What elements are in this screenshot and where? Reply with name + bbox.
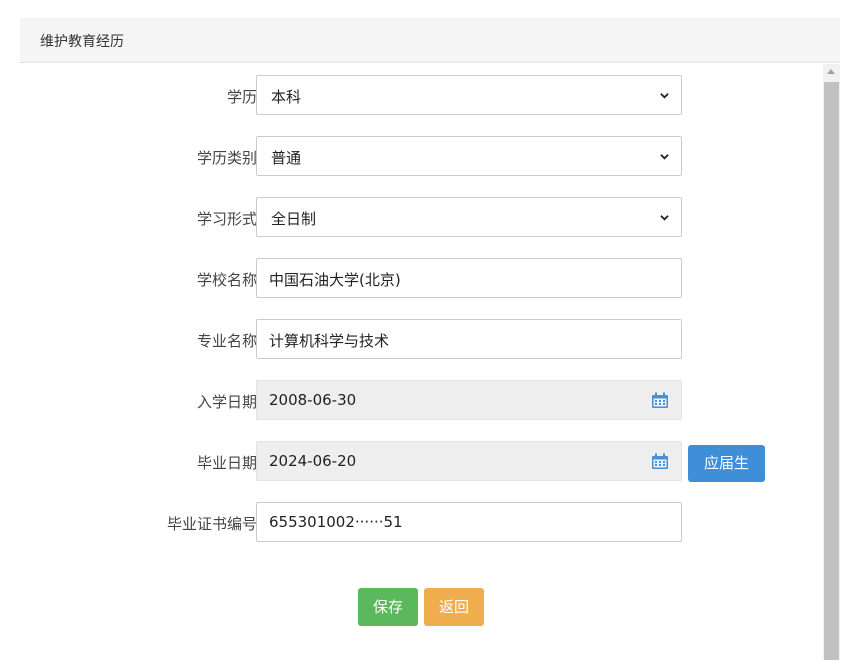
scroll-up-arrow-icon[interactable]	[827, 69, 835, 74]
calendar-icon[interactable]	[651, 392, 669, 409]
chevron-down-icon	[660, 154, 669, 160]
scroll-thumb[interactable]	[824, 82, 839, 660]
study-mode-label: 学习形式	[196, 210, 257, 228]
vertical-scrollbar[interactable]	[823, 64, 840, 660]
save-button[interactable]: 保存	[358, 588, 418, 626]
row-start-date: 入学日期 2008-06-30	[20, 380, 820, 422]
education-panel: 维护教育经历 学历 本科 学历类别 普通 学习形式 全日制 学校名称 中国石油大…	[20, 18, 840, 660]
start-date-input[interactable]: 2008-06-30	[256, 380, 682, 420]
degree-type-label: 学历类别	[196, 149, 257, 167]
degree-select[interactable]: 本科	[256, 75, 682, 115]
school-input[interactable]: 中国石油大学(北京)	[256, 258, 682, 298]
end-date-input[interactable]: 2024-06-20	[256, 441, 682, 481]
study-mode-select[interactable]: 全日制	[256, 197, 682, 237]
calendar-icon[interactable]	[651, 453, 669, 470]
panel-title: 维护教育经历	[40, 34, 124, 50]
study-mode-value: 全日制	[271, 210, 317, 228]
school-label: 学校名称	[196, 271, 257, 289]
start-date-value: 2008-06-30	[269, 391, 357, 409]
back-button[interactable]: 返回	[424, 588, 484, 626]
school-value: 中国石油大学(北京)	[269, 271, 401, 289]
row-major: 专业名称 计算机科学与技术	[20, 319, 820, 361]
row-degree: 学历 本科	[20, 75, 820, 117]
degree-type-select[interactable]: 普通	[256, 136, 682, 176]
row-cert-no: 毕业证书编号 655301002······51	[20, 502, 820, 544]
cert-no-input[interactable]: 655301002······51	[256, 502, 682, 542]
major-value: 计算机科学与技术	[269, 332, 390, 350]
major-label: 专业名称	[196, 332, 257, 350]
start-date-label: 入学日期	[196, 393, 257, 411]
end-date-value: 2024-06-20	[269, 452, 357, 470]
degree-type-value: 普通	[271, 149, 302, 167]
graduate-button[interactable]: 应届生	[688, 445, 765, 482]
cert-no-value: 655301002······51	[269, 513, 403, 531]
cert-no-label: 毕业证书编号	[166, 515, 257, 533]
end-date-label: 毕业日期	[196, 454, 257, 472]
panel-header: 维护教育经历	[20, 18, 840, 63]
chevron-down-icon	[660, 215, 669, 221]
education-form: 学历 本科 学历类别 普通 学习形式 全日制 学校名称 中国石油大学(北京) 专…	[20, 63, 820, 660]
row-end-date: 毕业日期 2024-06-20 应届生	[20, 441, 820, 483]
degree-label: 学历	[226, 88, 257, 106]
major-input[interactable]: 计算机科学与技术	[256, 319, 682, 359]
row-degree-type: 学历类别 普通	[20, 136, 820, 178]
chevron-down-icon	[660, 93, 669, 99]
row-school: 学校名称 中国石油大学(北京)	[20, 258, 820, 300]
degree-value: 本科	[271, 88, 302, 106]
action-row: 保存 返回	[20, 588, 820, 630]
row-study-mode: 学习形式 全日制	[20, 197, 820, 239]
